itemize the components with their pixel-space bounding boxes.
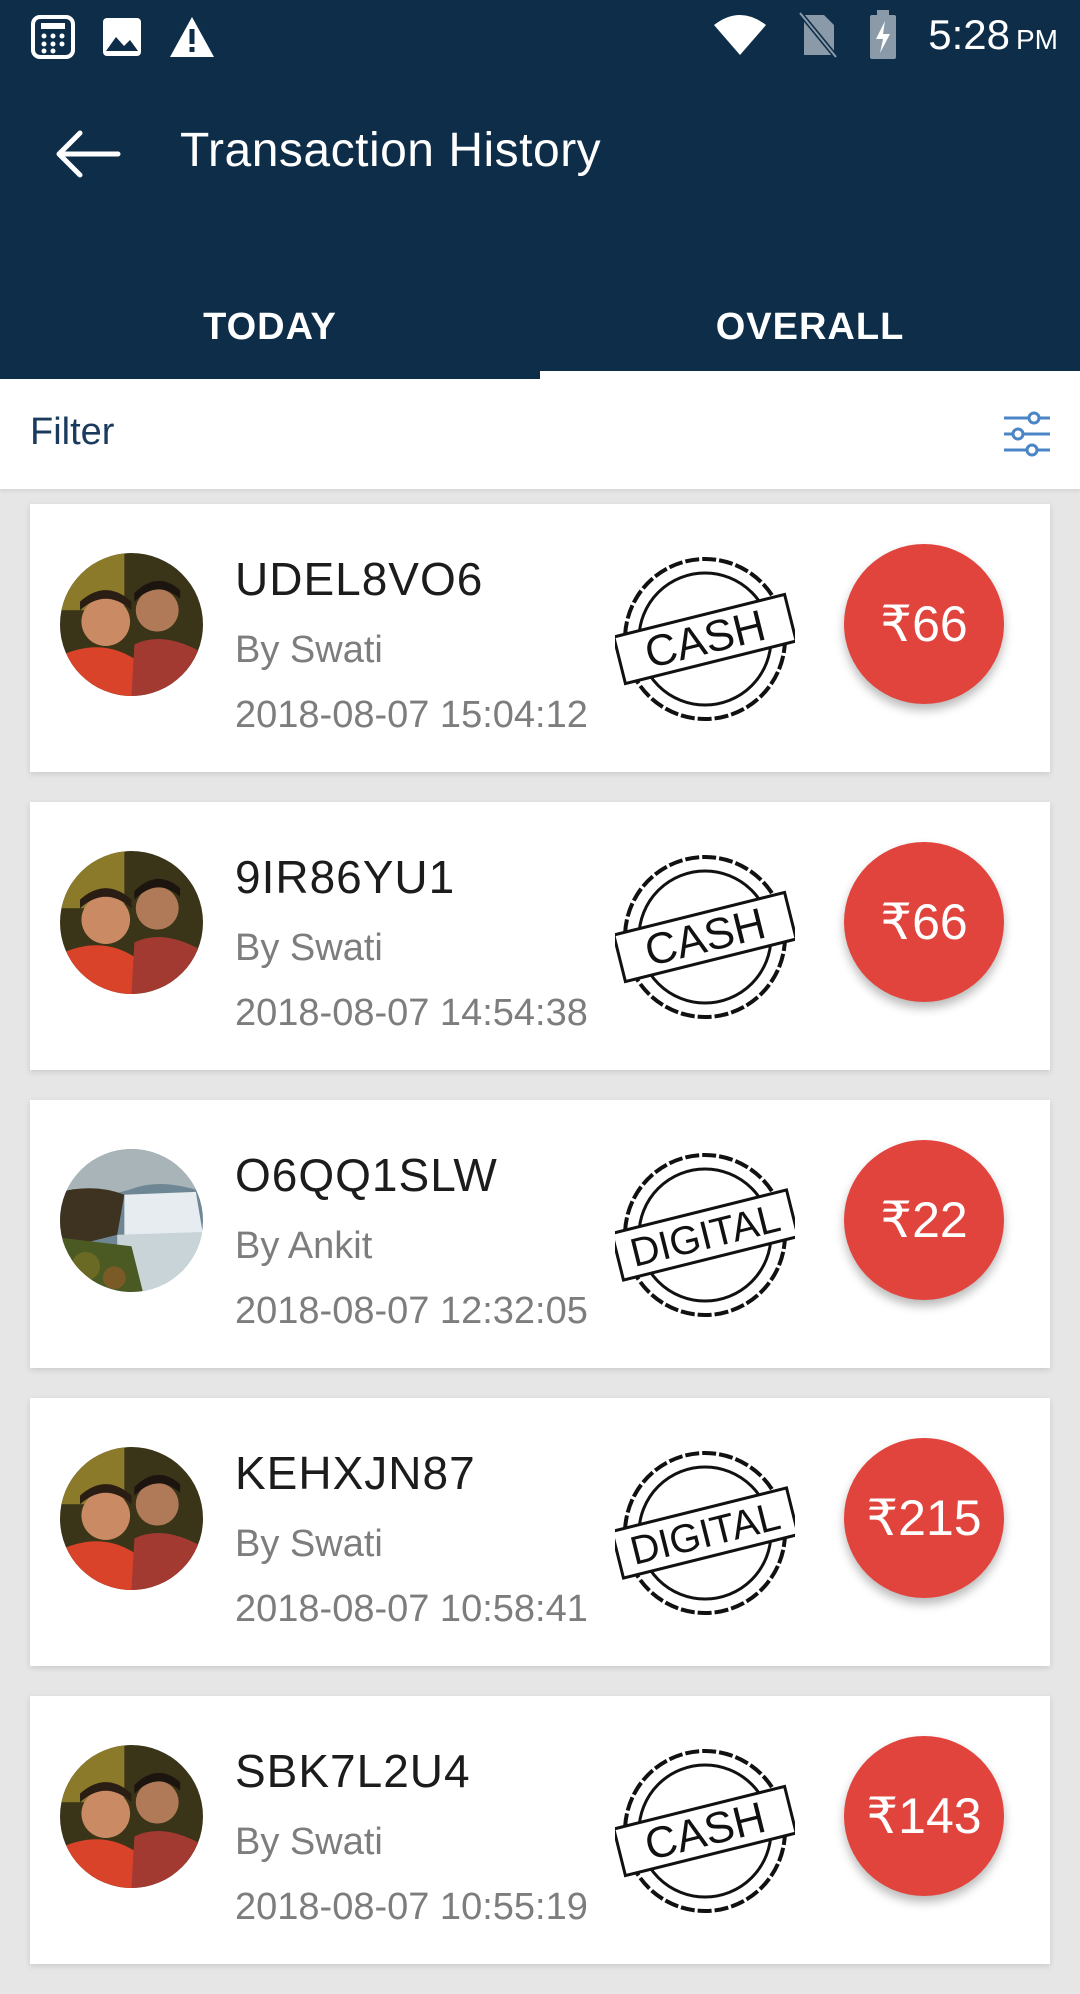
avatar [60,851,203,994]
couple-photo-avatar-icon [60,1745,203,1888]
svg-text:CASH: CASH [640,1793,770,1870]
transaction-date: 2018-08-07 12:32:05 [235,1290,588,1332]
amount-badge: ₹66 [844,544,1004,704]
app-bar: Transaction History TODAY OVERALL [0,75,1080,379]
transaction-by: By Swati [235,629,383,671]
avatar [60,1447,203,1590]
transaction-by: By Swati [235,1523,383,1565]
image-icon [103,18,141,56]
avatar [60,1149,203,1292]
waterfall-photo-avatar-icon [60,1149,203,1292]
svg-text:DIGITAL: DIGITAL [626,1494,785,1574]
tab-overall[interactable]: OVERALL [540,275,1080,379]
avatar [60,553,203,696]
digital-stamp-icon: DIGITAL [615,1451,795,1615]
transaction-id: SBK7L2U4 [235,1745,471,1797]
transaction-card[interactable]: O6QQ1SLW By Ankit 2018-08-07 12:32:05 DI… [30,1100,1050,1368]
transaction-id: O6QQ1SLW [235,1149,498,1201]
transaction-date: 2018-08-07 10:55:19 [235,1886,588,1928]
svg-text:CASH: CASH [640,899,770,976]
warning-icon [170,17,214,57]
couple-photo-avatar-icon [60,1447,203,1590]
transaction-card[interactable]: SBK7L2U4 By Swati 2018-08-07 10:55:19 CA… [30,1696,1050,1964]
transaction-by: By Ankit [235,1225,373,1267]
back-arrow-icon [56,130,121,178]
transaction-card[interactable]: 9IR86YU1 By Swati 2018-08-07 14:54:38 CA… [30,802,1050,1070]
back-button[interactable] [52,128,124,180]
couple-photo-avatar-icon [60,851,203,994]
page-title: Transaction History [180,124,602,177]
cash-stamp-icon: CASH [615,557,795,721]
amount-badge: ₹215 [844,1438,1004,1598]
transaction-date: 2018-08-07 14:54:38 [235,992,588,1034]
filter-button[interactable] [1002,409,1052,459]
avatar [60,1745,203,1888]
svg-text:DIGITAL: DIGITAL [626,1196,785,1276]
calculator-icon [31,15,75,59]
transaction-date: 2018-08-07 15:04:12 [235,694,588,736]
svg-text:CASH: CASH [640,601,770,678]
amount-badge: ₹66 [844,842,1004,1002]
filter-sliders-icon [1004,411,1050,457]
transaction-card[interactable]: KEHXJN87 By Swati 2018-08-07 10:58:41 DI… [30,1398,1050,1666]
tab-bar: TODAY OVERALL [0,275,1080,379]
transaction-id: KEHXJN87 [235,1447,476,1499]
transaction-date: 2018-08-07 10:58:41 [235,1588,588,1630]
couple-photo-avatar-icon [60,553,203,696]
battery-charging-icon [870,10,897,59]
no-sim-icon [798,11,839,59]
transaction-id: UDEL8VO6 [235,553,484,605]
transaction-list: UDEL8VO6 By Swati 2018-08-07 15:04:12 CA… [30,504,1050,1994]
filter-bar: Filter [0,379,1080,489]
filter-label[interactable]: Filter [30,411,114,454]
cash-stamp-icon: CASH [615,855,795,1019]
digital-stamp-icon: DIGITAL [615,1153,795,1317]
status-time: 5:28 PM [928,11,1058,58]
transaction-id: 9IR86YU1 [235,851,456,903]
tab-today[interactable]: TODAY [0,275,540,379]
amount-badge: ₹143 [844,1736,1004,1896]
amount-badge: ₹22 [844,1140,1004,1300]
transaction-by: By Swati [235,927,383,969]
wifi-icon [714,15,767,55]
status-bar: 5:28 PM [0,0,1080,75]
transaction-by: By Swati [235,1821,383,1863]
transaction-card[interactable]: UDEL8VO6 By Swati 2018-08-07 15:04:12 CA… [30,504,1050,772]
cash-stamp-icon: CASH [615,1749,795,1913]
